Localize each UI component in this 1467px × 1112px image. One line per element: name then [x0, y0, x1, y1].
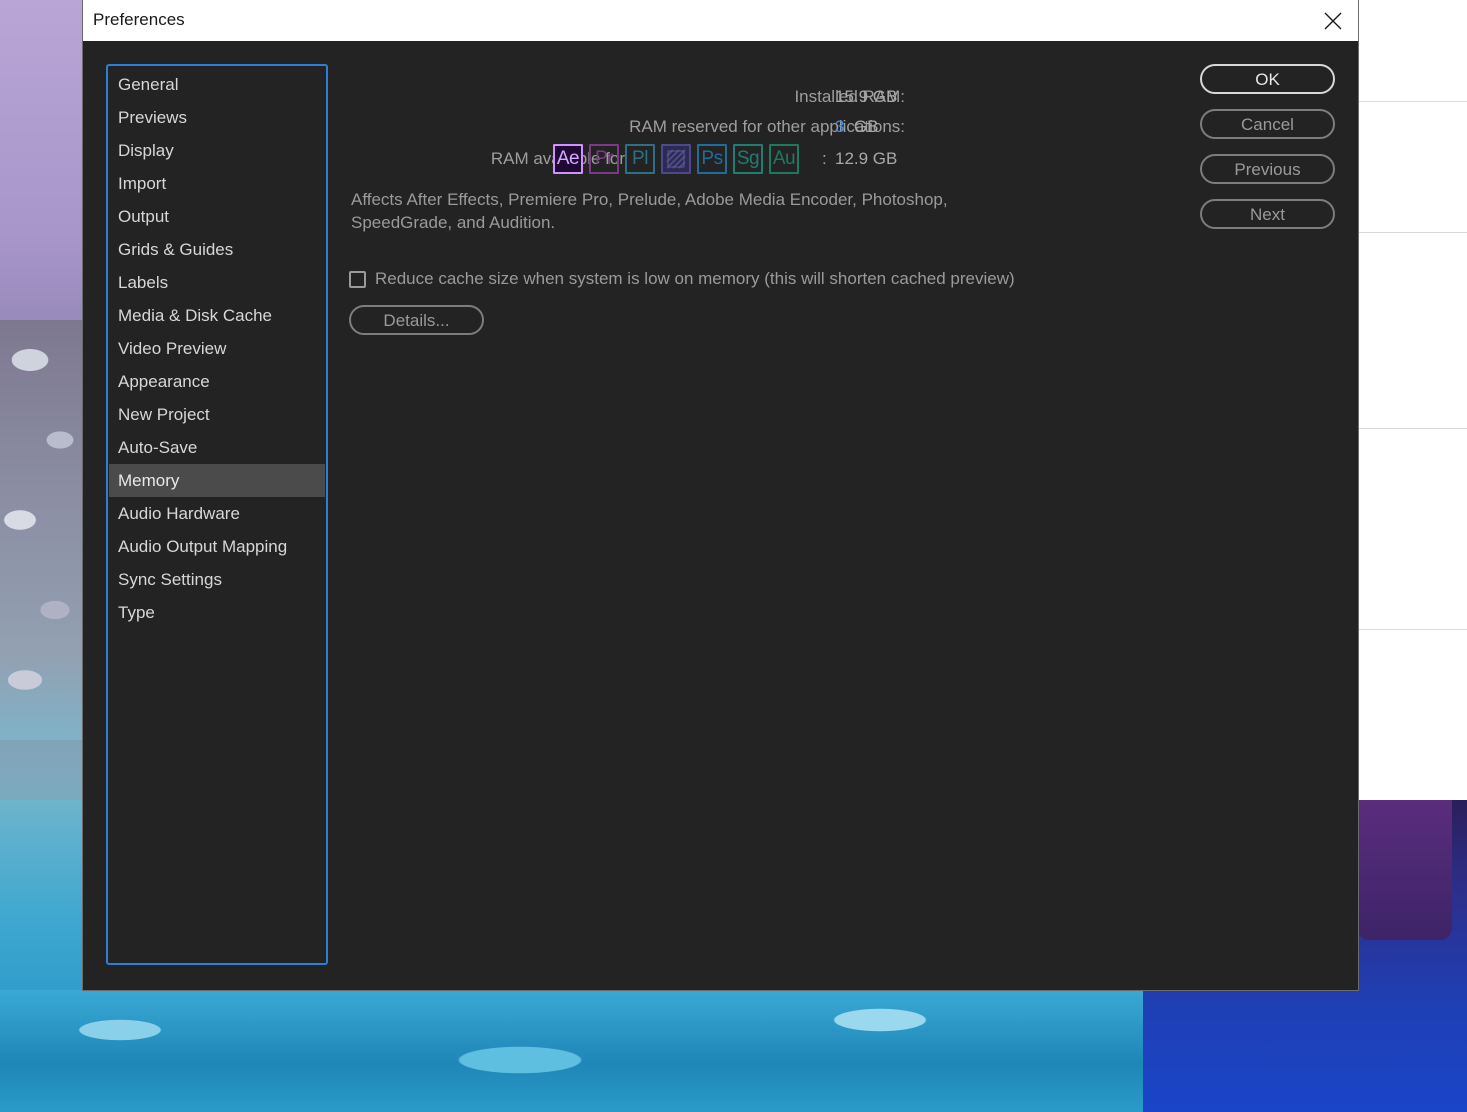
- category-item-audio-hardware[interactable]: Audio Hardware: [109, 497, 325, 530]
- cancel-button[interactable]: Cancel: [1200, 109, 1335, 139]
- reduce-cache-checkbox[interactable]: [349, 270, 366, 288]
- category-list[interactable]: General Previews Display Import Output Grids …: [106, 64, 328, 965]
- affects-description: Affects After Effects, Premiere Pro, Pre…: [351, 190, 948, 232]
- previous-button[interactable]: Previous: [1200, 154, 1335, 184]
- category-item-grids-and-guides[interactable]: Grids & Guides: [109, 233, 325, 266]
- category-item-output[interactable]: Output: [109, 200, 325, 233]
- installed-ram-value: 15.9 GB: [835, 87, 898, 106]
- category-item-labels[interactable]: Labels: [109, 266, 325, 299]
- media-encoder-icon: [661, 144, 691, 174]
- prelude-icon: Pl: [625, 144, 655, 174]
- dialog-title: Preferences: [93, 10, 185, 29]
- app-icon-row: Ae Pr Pl Ps Sg Au: [553, 144, 799, 176]
- close-button[interactable]: [1308, 0, 1358, 41]
- speedgrade-icon: Sg: [733, 144, 763, 174]
- ram-available-value: 12.9 GB: [835, 149, 898, 168]
- category-item-import[interactable]: Import: [109, 167, 325, 200]
- category-item-media-and-disk-cache[interactable]: Media & Disk Cache: [109, 299, 325, 332]
- photoshop-icon: Ps: [697, 144, 727, 174]
- details-button[interactable]: Details...: [349, 305, 484, 335]
- ram-available-separator: :: [822, 149, 827, 168]
- title-bar: Preferences: [83, 0, 1358, 41]
- category-item-type[interactable]: Type: [109, 596, 325, 629]
- preferences-dialog: Preferences General Previews Display Import…: [83, 0, 1358, 990]
- ok-button[interactable]: OK: [1200, 64, 1335, 94]
- after-effects-icon: Ae: [553, 144, 583, 174]
- wallpaper-rocks: [0, 320, 90, 740]
- audition-icon: Au: [769, 144, 799, 174]
- category-item-new-project[interactable]: New Project: [109, 398, 325, 431]
- category-item-appearance[interactable]: Appearance: [109, 365, 325, 398]
- category-item-video-preview[interactable]: Video Preview: [109, 332, 325, 365]
- premiere-pro-icon: Pr: [589, 144, 619, 174]
- category-item-general[interactable]: General: [109, 68, 325, 101]
- category-item-memory[interactable]: Memory: [109, 464, 325, 497]
- reserved-ram-value[interactable]: 3: [835, 117, 844, 136]
- reduce-cache-label[interactable]: Reduce cache size when system is low on …: [375, 269, 1015, 289]
- category-item-previews[interactable]: Previews: [109, 101, 325, 134]
- category-item-audio-output-mapping[interactable]: Audio Output Mapping: [109, 530, 325, 563]
- category-item-display[interactable]: Display: [109, 134, 325, 167]
- reduce-cache-option[interactable]: Reduce cache size when system is low on …: [349, 269, 1015, 289]
- reserved-ram-unit: GB: [853, 117, 879, 136]
- wallpaper-ice-left: [0, 800, 90, 1000]
- background-window: [1358, 0, 1467, 800]
- reserved-ram-field[interactable]: 3 GB: [835, 117, 878, 137]
- memory-panel: Installed RAM: 15.9 GB RAM reserved for …: [338, 41, 1198, 981]
- category-item-sync-settings[interactable]: Sync Settings: [109, 563, 325, 596]
- close-icon: [1324, 12, 1342, 29]
- category-item-auto-save[interactable]: Auto-Save: [109, 431, 325, 464]
- next-button[interactable]: Next: [1200, 199, 1335, 229]
